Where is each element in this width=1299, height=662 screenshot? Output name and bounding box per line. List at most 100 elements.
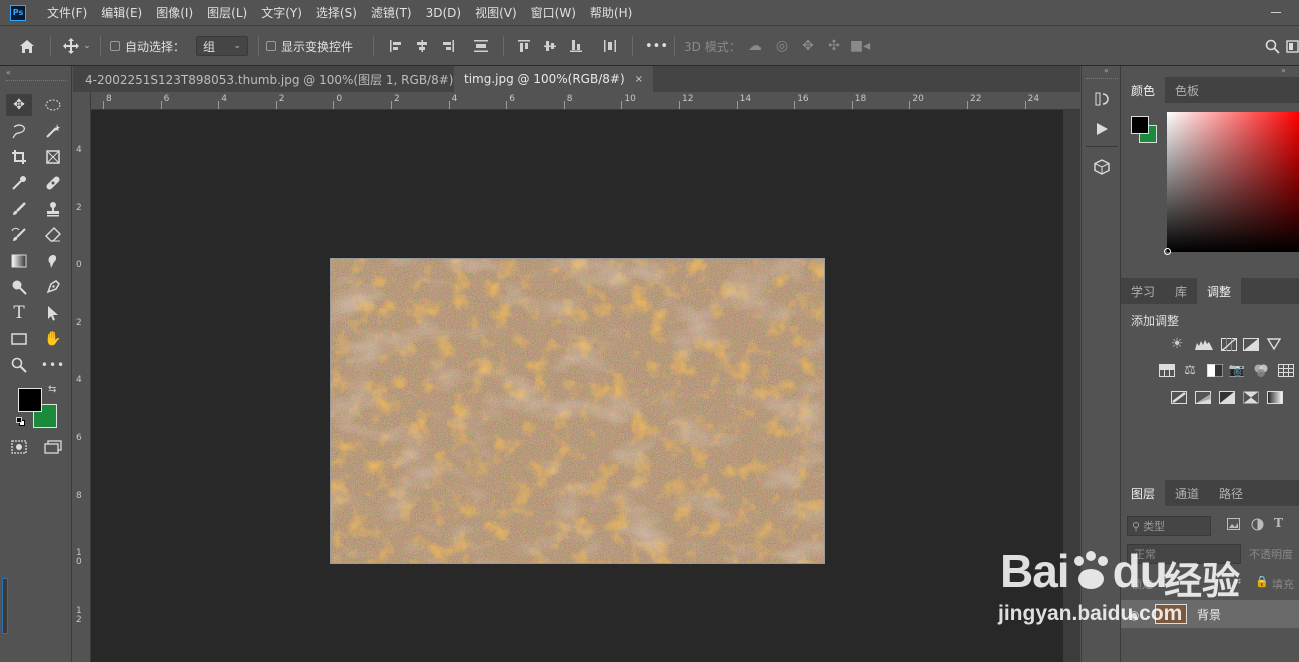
screen-mode-icon[interactable] [40,436,66,458]
3d-orbit-icon[interactable]: ☁ [745,26,765,66]
lasso-icon[interactable] [6,120,32,142]
tab-paths[interactable]: 路径 [1209,480,1253,506]
minimize-button[interactable] [1269,6,1283,20]
collapse-icon[interactable]: « [6,68,11,77]
eyedropper-icon[interactable] [6,172,32,194]
align-left-icon[interactable] [388,26,404,66]
foreground-color-swatch[interactable] [18,388,42,412]
menu-select[interactable]: 选择(S) [309,4,364,21]
hue-saturation-icon[interactable] [1159,364,1175,378]
align-top-icon[interactable] [516,26,532,66]
tab-timg-document[interactable]: timg.jpg @ 100%(RGB/8#) × [454,66,654,92]
vibrance-icon[interactable] [1266,338,1283,352]
3d-roll-icon[interactable]: ◎ [772,26,792,66]
3d-scale-icon[interactable]: ■◂ [850,26,870,66]
posterize-icon[interactable] [1195,391,1211,405]
invert-icon[interactable] [1171,391,1187,405]
foreground-color-chip[interactable] [1131,116,1149,134]
menu-view[interactable]: 视图(V) [468,4,524,21]
exposure-icon[interactable] [1243,338,1259,352]
color-picker-handle[interactable] [1164,248,1171,255]
show-transform-checkbox[interactable]: 显示变换控件 [266,26,353,66]
3d-pan-icon[interactable]: ✥ [798,26,818,66]
tab-adjustments[interactable]: 调整 [1197,278,1242,304]
actions-play-icon[interactable] [1093,120,1111,138]
tab-color[interactable]: 颜色 [1121,77,1166,103]
workspace-icon[interactable] [1284,26,1299,66]
menu-image[interactable]: 图像(I) [149,4,200,21]
color-lookup-icon[interactable] [1278,364,1294,378]
auto-select-dropdown[interactable]: 组 ⌄ [196,36,248,56]
color-balance-icon[interactable]: ⚖ [1182,363,1198,378]
vertical-scrollbar[interactable] [1063,110,1080,662]
tab-libraries[interactable]: 库 [1165,278,1197,304]
magic-wand-icon[interactable] [40,120,66,142]
menu-edit[interactable]: 编辑(E) [94,4,149,21]
eraser-icon[interactable] [40,224,66,246]
collapse-icon[interactable]: » [1281,66,1286,75]
3d-slide-icon[interactable]: ✣ [824,26,844,66]
tab-swatches[interactable]: 色板 [1165,77,1209,103]
history-panel-icon[interactable] [1093,90,1111,108]
menu-type[interactable]: 文字(Y) [254,4,309,21]
menu-filter[interactable]: 滤镜(T) [364,4,419,21]
lock-artboard-icon[interactable]: ⌗ [1235,575,1241,589]
dodge-icon[interactable] [6,276,32,298]
gradient-icon[interactable] [6,250,32,272]
zoom-icon[interactable] [6,354,32,376]
vertical-ruler[interactable]: 4 2 0 2 4 6 8 10 12 [73,92,91,662]
move-tool-icon[interactable]: ✥ [6,94,32,116]
scroll-handle[interactable] [2,578,8,634]
menu-3d[interactable]: 3D(D) [419,6,468,20]
healing-brush-icon[interactable] [40,172,66,194]
elliptical-marquee-icon[interactable] [40,94,66,116]
selective-color-icon[interactable] [1243,391,1259,405]
filter-type-icon[interactable]: T [1274,516,1283,530]
filter-adjustment-icon[interactable] [1251,518,1265,532]
clone-stamp-icon[interactable] [40,198,66,220]
auto-select-checkbox[interactable]: 自动选择： [110,26,185,66]
menu-file[interactable]: 文件(F) [40,4,94,21]
gradient-map-icon[interactable] [1267,391,1283,405]
lock-all-icon[interactable]: 🔒 [1255,575,1269,588]
align-right-icon[interactable] [440,26,456,66]
align-vcenter-icon[interactable] [542,26,558,66]
rectangle-icon[interactable] [6,328,32,350]
brightness-contrast-icon[interactable]: ☀ [1169,336,1185,352]
visibility-eye-icon[interactable]: ◉ [1129,608,1139,622]
distribute-icon[interactable] [472,26,490,66]
layer-filter-dropdown[interactable]: ⚲ 类型 [1127,516,1211,536]
align-hcenter-icon[interactable] [414,26,430,66]
hand-icon[interactable]: ✋ [40,328,66,350]
tab-layers[interactable]: 图层 [1121,480,1166,506]
3d-panel-icon[interactable] [1093,158,1111,176]
home-icon[interactable] [14,26,40,66]
more-options-button[interactable]: ••• [645,26,668,66]
default-colors-icon[interactable] [16,417,26,427]
tab-channels[interactable]: 通道 [1165,480,1209,506]
brush-icon[interactable] [6,198,32,220]
align-bottom-icon[interactable] [568,26,584,66]
search-icon[interactable] [1262,26,1282,66]
type-icon[interactable]: T [6,302,32,324]
color-picker-field[interactable] [1164,112,1299,255]
distribute-vertical-icon[interactable] [602,26,618,66]
menu-layer[interactable]: 图层(L) [200,4,254,21]
levels-icon[interactable] [1195,338,1213,352]
filter-pixel-icon[interactable] [1227,518,1241,532]
black-white-icon[interactable] [1207,364,1223,378]
quick-mask-icon[interactable] [6,436,32,458]
document-image[interactable] [330,258,825,564]
blend-mode-dropdown[interactable]: 正常 [1127,544,1241,564]
frame-icon[interactable] [40,146,66,168]
channel-mixer-icon[interactable] [1253,363,1269,377]
edit-toolbar-icon[interactable]: ••• [40,354,66,376]
collapse-icon[interactable]: « [1104,66,1109,75]
menu-help[interactable]: 帮助(H) [583,4,639,21]
photoshop-logo[interactable]: Ps [10,4,26,21]
horizontal-ruler[interactable]: 8 6 4 2 0 2 4 6 8 10 12 14 16 18 20 22 24 [91,92,1080,110]
pen-icon[interactable] [40,276,66,298]
layer-row-background[interactable]: ◉ 背景 [1121,600,1299,628]
tab-thumb-document[interactable]: 4-2002251S123T898053.thumb.jpg @ 100%(图层… [75,66,492,92]
move-tool-preset-icon[interactable]: ⌄ [60,26,94,66]
